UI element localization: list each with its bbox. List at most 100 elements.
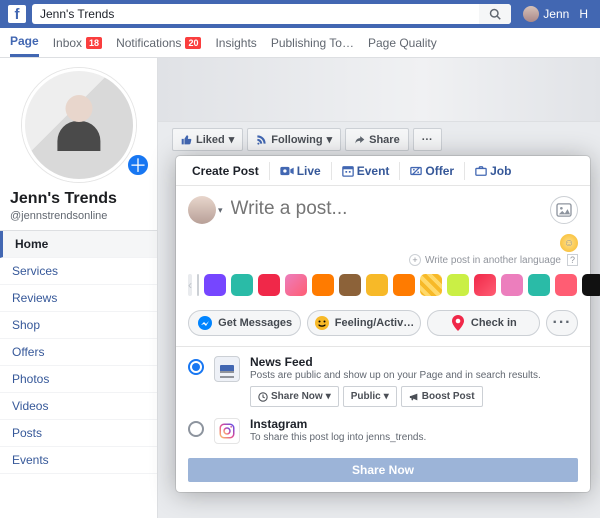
rss-icon xyxy=(256,134,267,145)
create-post-panel: Create Post Live Event Offer Job ▾ xyxy=(176,156,590,492)
share-button[interactable]: Share xyxy=(345,128,409,151)
tab-publishing[interactable]: Publishing To… xyxy=(271,28,354,57)
composer-tab-event[interactable]: Event xyxy=(336,164,396,178)
sidebar-item-photos[interactable]: Photos xyxy=(0,366,157,393)
bg-swatch[interactable] xyxy=(555,274,577,296)
chevron-down-icon: ▾ xyxy=(326,391,331,402)
sidebar: ＋ Jenn's Trends @jennstrendsonline HomeS… xyxy=(0,58,158,518)
offer-icon xyxy=(410,165,422,177)
cover-photo[interactable] xyxy=(158,58,600,122)
share-now-button[interactable]: Share Now xyxy=(188,458,578,482)
bg-swatch[interactable] xyxy=(366,274,388,296)
liked-button[interactable]: Liked▾ xyxy=(172,128,243,151)
sidebar-item-videos[interactable]: Videos xyxy=(0,393,157,420)
composer-tab-offer[interactable]: Offer xyxy=(404,164,460,178)
topbar-more[interactable]: H xyxy=(575,7,592,21)
tab-inbox[interactable]: Inbox18 xyxy=(53,28,102,57)
clock-icon xyxy=(258,392,268,402)
emoji-button[interactable]: ☺ xyxy=(560,234,578,252)
check-in-button[interactable]: Check in xyxy=(427,310,540,336)
briefcase-icon xyxy=(475,165,487,177)
bg-swatch[interactable] xyxy=(447,274,469,296)
following-button[interactable]: Following▾ xyxy=(247,128,341,151)
swatch-none[interactable] xyxy=(197,274,199,296)
chevron-down-icon: ▾ xyxy=(229,133,235,146)
composer-tab-create[interactable]: Create Post xyxy=(186,164,265,178)
boost-post-button[interactable]: Boost Post xyxy=(401,386,483,407)
post-input[interactable] xyxy=(231,196,542,222)
feeling-icon xyxy=(314,315,330,331)
share-timing-button[interactable]: Share Now▾ xyxy=(250,386,339,407)
bg-swatch[interactable] xyxy=(474,274,496,296)
sidebar-item-reviews[interactable]: Reviews xyxy=(0,285,157,312)
bg-swatch[interactable] xyxy=(420,274,442,296)
sidebar-item-offers[interactable]: Offers xyxy=(0,339,157,366)
calendar-icon xyxy=(342,165,354,177)
chevron-down-icon: ▾ xyxy=(327,133,333,146)
photo-icon xyxy=(556,203,572,217)
tab-quality[interactable]: Page Quality xyxy=(368,28,437,57)
facebook-logo[interactable]: f xyxy=(8,5,26,23)
sidebar-item-events[interactable]: Events xyxy=(0,447,157,474)
composer-avatar[interactable] xyxy=(188,196,216,224)
more-button[interactable]: ··· xyxy=(413,128,442,151)
bg-swatch[interactable] xyxy=(528,274,550,296)
sidebar-item-shop[interactable]: Shop xyxy=(0,312,157,339)
tab-insights[interactable]: Insights xyxy=(215,28,256,57)
add-photo-button[interactable] xyxy=(550,196,578,224)
composer-tab-live[interactable]: Live xyxy=(274,164,327,178)
messenger-icon xyxy=(197,315,213,331)
instagram-radio[interactable] xyxy=(188,421,204,437)
feeling-activity-button[interactable]: Feeling/Activ… xyxy=(307,310,420,336)
swatch-prev[interactable]: ‹ xyxy=(188,274,192,296)
user-chip[interactable]: Jenn xyxy=(517,6,575,22)
get-messages-button[interactable]: Get Messages xyxy=(188,310,301,336)
profile-picture[interactable] xyxy=(22,68,136,182)
plus-icon: + xyxy=(409,254,421,266)
bg-swatch[interactable] xyxy=(231,274,253,296)
sidebar-item-home[interactable]: Home xyxy=(0,231,157,258)
bg-swatch[interactable] xyxy=(582,274,600,296)
sidebar-item-services[interactable]: Services xyxy=(0,258,157,285)
bg-swatch[interactable] xyxy=(501,274,523,296)
avatar-chevron-icon[interactable]: ▾ xyxy=(218,205,223,216)
background-swatches: ‹ xyxy=(176,268,590,302)
location-icon xyxy=(450,315,466,331)
search-wrap xyxy=(32,4,511,24)
topbar: f Jenn H xyxy=(0,0,600,28)
composer-tabs: Create Post Live Event Offer Job xyxy=(176,156,590,186)
composer-tab-job[interactable]: Job xyxy=(469,164,517,178)
avatar xyxy=(523,6,539,22)
search-icon xyxy=(489,8,501,20)
language-help[interactable]: ? xyxy=(567,254,578,266)
instagram-title: Instagram xyxy=(250,417,578,431)
bg-swatch[interactable] xyxy=(312,274,334,296)
live-icon xyxy=(280,166,294,176)
instagram-icon xyxy=(214,418,240,444)
bg-swatch[interactable] xyxy=(204,274,226,296)
page-title: Jenn's Trends xyxy=(0,182,157,210)
newsfeed-subtitle: Posts are public and show up on your Pag… xyxy=(250,370,578,381)
sidebar-item-posts[interactable]: Posts xyxy=(0,420,157,447)
bg-swatch[interactable] xyxy=(258,274,280,296)
tab-notifications[interactable]: Notifications20 xyxy=(116,28,201,57)
audience-button[interactable]: Public▾ xyxy=(343,386,397,407)
search-button[interactable] xyxy=(479,4,511,24)
left-nav: HomeServicesReviewsShopOffersPhotosVideo… xyxy=(0,230,157,474)
search-input[interactable] xyxy=(32,7,479,21)
megaphone-icon xyxy=(409,392,419,402)
instagram-subtitle: To share this post log into jenns_trends… xyxy=(250,432,578,443)
newsfeed-icon xyxy=(214,356,240,382)
newsfeed-title: News Feed xyxy=(250,355,578,369)
more-attach-button[interactable]: ··· xyxy=(546,310,578,336)
user-name: Jenn xyxy=(543,7,569,21)
page-actions: Liked▾ Following▾ Share ··· xyxy=(172,128,442,151)
bg-swatch[interactable] xyxy=(393,274,415,296)
bg-swatch[interactable] xyxy=(339,274,361,296)
tab-page[interactable]: Page xyxy=(10,28,39,57)
bg-swatch[interactable] xyxy=(285,274,307,296)
chevron-down-icon: ▾ xyxy=(384,391,389,402)
write-another-language[interactable]: + Write post in another language xyxy=(409,254,561,266)
add-button[interactable]: ＋ xyxy=(125,152,151,178)
newsfeed-radio[interactable] xyxy=(188,359,204,375)
